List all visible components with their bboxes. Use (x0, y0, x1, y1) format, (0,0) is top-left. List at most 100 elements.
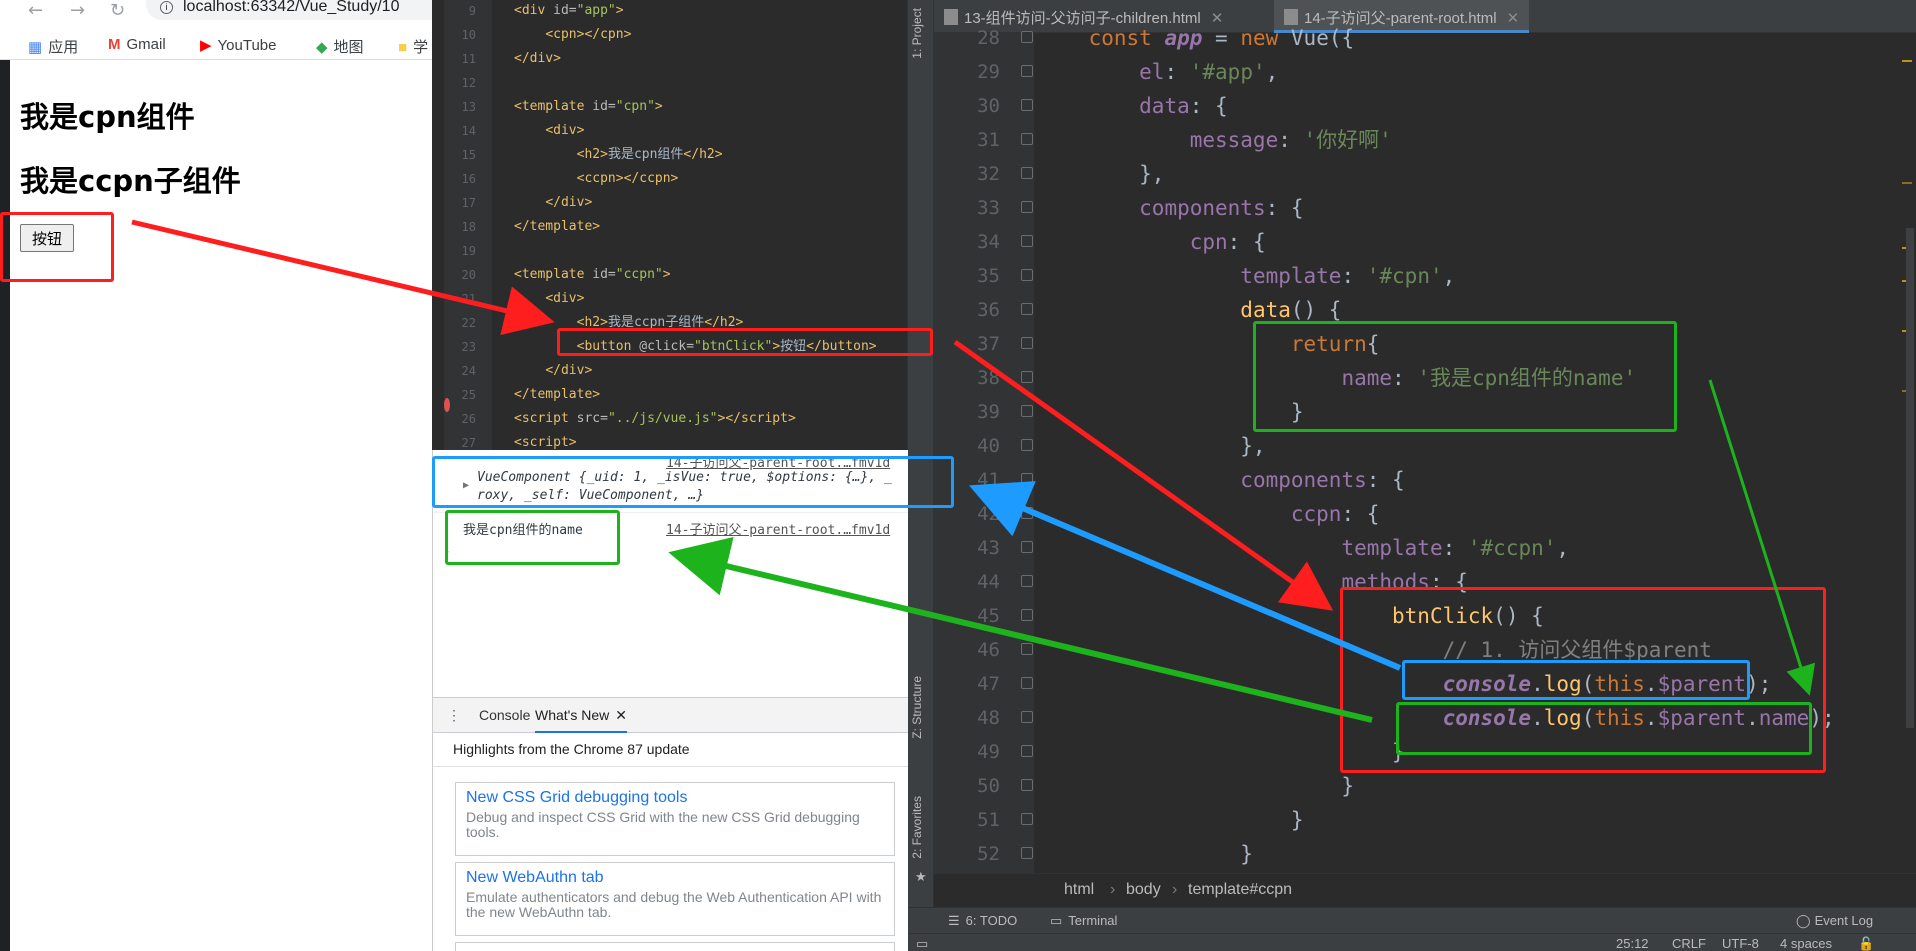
code-text[interactable]: </div> (514, 360, 592, 382)
fold-icon[interactable] (1021, 439, 1033, 451)
code-line[interactable]: 30 data: { (934, 89, 1908, 123)
card-title[interactable]: New WebAuthn tab (466, 869, 884, 887)
code-text[interactable]: components: { (1038, 191, 1303, 225)
code-text[interactable]: <cpn></cpn> (514, 24, 631, 46)
fold-icon[interactable] (1021, 779, 1033, 791)
fold-icon[interactable] (1021, 337, 1033, 349)
breakpoint-icon[interactable] (444, 398, 450, 412)
fold-icon[interactable] (1021, 711, 1033, 723)
code-text[interactable]: </template> (514, 216, 600, 238)
fold-icon[interactable] (1021, 813, 1033, 825)
fold-icon[interactable] (1021, 133, 1033, 145)
code-text[interactable]: }, (1038, 429, 1265, 463)
code-line[interactable]: 40 }, (934, 429, 1908, 463)
code-line[interactable]: 14 <div> (444, 120, 907, 144)
code-line[interactable]: 28 const app = new Vue({ (934, 21, 1908, 55)
code-text[interactable]: <template id="cpn"> (514, 96, 663, 118)
code-line[interactable]: 18 </template> (444, 216, 907, 240)
fold-icon[interactable] (1021, 269, 1033, 281)
code-line[interactable]: 51 } (934, 803, 1908, 837)
bookmark-gmail[interactable]: M Gmail (108, 36, 166, 53)
code-text[interactable]: <h2>我是cpn组件</h2> (514, 144, 723, 166)
code-line[interactable]: 26 <script src="../js/vue.js"></script> (444, 408, 907, 432)
code-text[interactable]: </div> (514, 48, 561, 70)
side-tab-favorites[interactable]: 2: Favorites (910, 796, 924, 859)
code-line[interactable]: 25 </template> (444, 384, 907, 408)
code-line[interactable]: 34 cpn: { (934, 225, 1908, 259)
fold-icon[interactable] (1021, 575, 1033, 587)
code-line[interactable]: 10 <cpn></cpn> (444, 24, 907, 48)
code-line[interactable]: 9 <div id="app"> (444, 0, 907, 24)
breadcrumb-html[interactable]: html (1064, 881, 1094, 899)
code-line[interactable]: 29 el: '#app', (934, 55, 1908, 89)
code-text[interactable]: </template> (514, 384, 600, 406)
code-line[interactable]: 21 <div> (444, 288, 907, 312)
code-line[interactable]: 15 <h2>我是cpn组件</h2> (444, 144, 907, 168)
source-link[interactable]: 14-子访问父-parent-root.…fmv1d (666, 519, 890, 538)
forward-icon[interactable]: → (70, 0, 85, 21)
code-text[interactable]: ccpn: { (1038, 497, 1380, 531)
address-bar[interactable]: i localhost:63342/Vue_Study/10 (146, 0, 432, 20)
tab-console[interactable]: Console (479, 707, 530, 723)
code-line[interactable]: 13 <template id="cpn"> (444, 96, 907, 120)
code-text[interactable]: data: { (1038, 89, 1228, 123)
fold-icon[interactable] (1021, 405, 1033, 417)
whats-new-card-more[interactable] (455, 942, 895, 951)
bookmark-youtube[interactable]: ▶ YouTube (200, 36, 277, 54)
fold-icon[interactable] (1021, 201, 1033, 213)
whats-new-card-webauthn[interactable]: New WebAuthn tab Emulate authenticators … (455, 862, 895, 936)
code-line[interactable]: 19 (444, 240, 907, 264)
code-line[interactable]: 50 } (934, 769, 1908, 803)
code-text[interactable]: } (1038, 803, 1304, 837)
close-icon[interactable]: ✕ (615, 707, 627, 723)
code-text[interactable]: el: '#app', (1038, 55, 1278, 89)
code-text[interactable]: <script> (514, 432, 577, 450)
fold-icon[interactable] (1021, 677, 1033, 689)
code-text[interactable]: } (1038, 769, 1354, 803)
code-line[interactable]: 31 message: '你好啊' (934, 123, 1908, 157)
fold-icon[interactable] (1021, 371, 1033, 383)
code-text[interactable]: message: '你好啊' (1038, 123, 1392, 157)
code-line[interactable]: 52 } (934, 837, 1908, 871)
side-tab-structure[interactable]: Z: Structure (910, 676, 924, 739)
breadcrumb-template[interactable]: template#ccpn (1188, 881, 1292, 899)
code-line[interactable]: 33 components: { (934, 191, 1908, 225)
fold-icon[interactable] (1021, 507, 1033, 519)
info-icon[interactable]: i (160, 1, 173, 14)
code-line[interactable]: 41 components: { (934, 463, 1908, 497)
code-text[interactable]: </div> (514, 192, 592, 214)
whats-new-card-grid[interactable]: New CSS Grid debugging tools Debug and i… (455, 782, 895, 856)
code-line[interactable]: 16 <ccpn></ccpn> (444, 168, 907, 192)
code-line[interactable]: 35 template: '#cpn', (934, 259, 1908, 293)
code-text[interactable]: }, (1038, 157, 1164, 191)
code-line[interactable]: 12 (444, 72, 907, 96)
cursor-position[interactable]: 25:12 (1616, 936, 1649, 951)
card-title[interactable]: New CSS Grid debugging tools (466, 789, 884, 807)
code-line[interactable]: 17 </div> (444, 192, 907, 216)
fold-icon[interactable] (1021, 65, 1033, 77)
code-text[interactable]: <ccpn></ccpn> (514, 168, 679, 190)
breadcrumb-body[interactable]: body (1126, 881, 1161, 899)
fold-icon[interactable] (1021, 745, 1033, 757)
event-log-tool[interactable]: ◯ Event Log (1796, 913, 1873, 929)
code-text[interactable]: <div> (514, 288, 584, 310)
fold-icon[interactable] (1021, 167, 1033, 179)
code-line[interactable]: 20 <template id="ccpn"> (444, 264, 907, 288)
tab-whats-new[interactable]: What's New ✕ (535, 707, 627, 733)
reload-icon[interactable]: ↻ (110, 0, 125, 21)
bookmark-maps[interactable]: ◆ 地图 (316, 36, 364, 57)
code-line[interactable]: 24 </div> (444, 360, 907, 384)
fold-icon[interactable] (1021, 99, 1033, 111)
code-line[interactable]: 32 }, (934, 157, 1908, 191)
drawer-menu-icon[interactable]: ⋮ (447, 707, 461, 724)
code-text[interactable]: } (1038, 837, 1253, 871)
code-line[interactable]: 42 ccpn: { (934, 497, 1908, 531)
code-text[interactable]: <script src="../js/vue.js"></script> (514, 408, 796, 430)
bookmark-apps[interactable]: ▦ 应用 (28, 36, 78, 57)
fold-icon[interactable] (1021, 303, 1033, 315)
code-text[interactable]: components: { (1038, 463, 1404, 497)
fold-icon[interactable] (1021, 31, 1033, 43)
code-text[interactable]: <div> (514, 120, 584, 142)
code-text[interactable]: <template id="ccpn"> (514, 264, 671, 286)
fold-icon[interactable] (1021, 847, 1033, 859)
